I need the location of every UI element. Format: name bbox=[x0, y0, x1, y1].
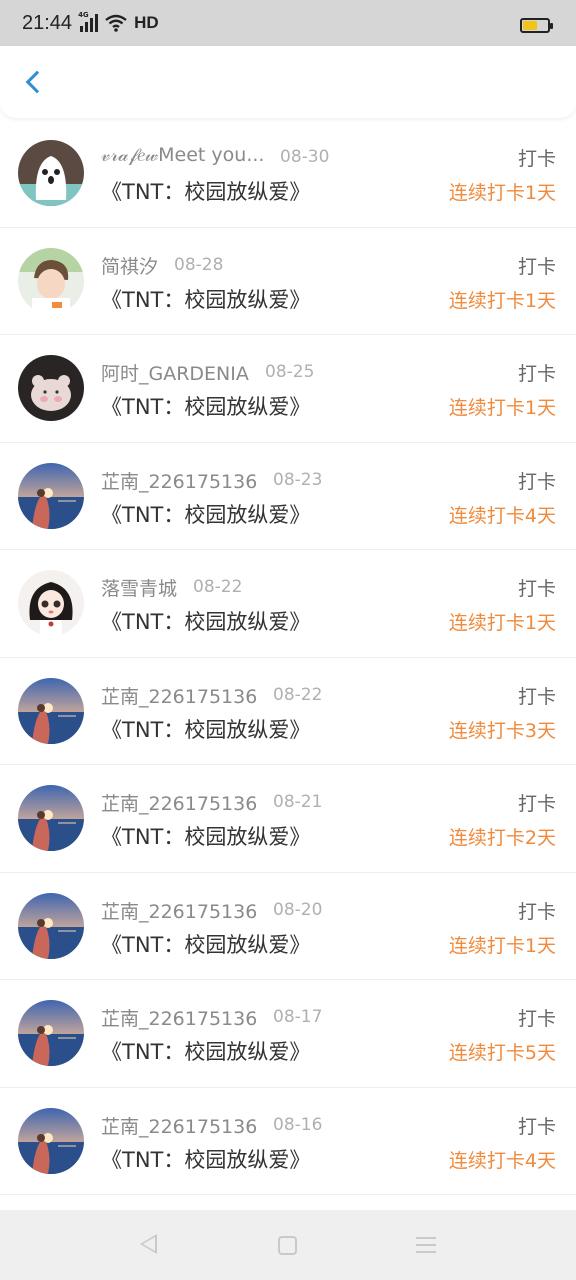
list-item[interactable]: 芷南_226175136 08-20 《TNT：校园放纵爱》 打卡连续打卡1天 bbox=[0, 873, 576, 980]
checkin-label: 打卡 bbox=[517, 578, 556, 600]
list-item[interactable]: 简祺汐 08-28 《TNT：校园放纵爱》 打卡连续打卡1天 bbox=[0, 228, 576, 335]
streak-badge: 连续打卡1天 bbox=[448, 934, 556, 957]
username[interactable]: 落雪青城 bbox=[101, 574, 177, 601]
checkin-list: 𝓋𝓇𝒶𝒻𝑒𝓌Meet you... 08-30 《TNT：校园放纵爱》 打卡 连续打卡1… bbox=[0, 120, 576, 1195]
username[interactable]: 芷南_226175136 bbox=[101, 897, 257, 924]
username[interactable]: 芷南_226175136 bbox=[101, 1004, 257, 1031]
streak-badge: 连续打卡1天 bbox=[448, 289, 556, 312]
checkin-date: 08-22 bbox=[273, 684, 323, 705]
book-title[interactable]: 《TNT：校园放纵爱》 bbox=[101, 714, 310, 744]
avatar[interactable] bbox=[18, 140, 84, 206]
book-title[interactable]: 《TNT：校园放纵爱》 bbox=[101, 391, 310, 421]
avatar[interactable] bbox=[18, 892, 84, 959]
list-item[interactable]: 阿时_GARDENIA 08-25 《TNT：校园放纵爱》 打卡连续打卡1天 bbox=[0, 335, 576, 443]
book-title[interactable]: 《TNT：校园放纵爱》 bbox=[101, 1144, 310, 1174]
list-item[interactable]: 芷南_226175136 08-16 《TNT：校园放纵爱》 打卡连续打卡4天 bbox=[0, 1088, 576, 1195]
checkin-date: 08-23 bbox=[273, 469, 323, 490]
checkin-date: 08-22 bbox=[193, 577, 243, 597]
checkin-date: 08-21 bbox=[273, 792, 323, 812]
checkin-date: 08-16 bbox=[273, 1114, 323, 1135]
username[interactable]: 芷南_226175136 bbox=[101, 682, 257, 709]
book-title[interactable]: 《TNT：校园放纵爱》 bbox=[101, 821, 310, 851]
wifi-icon bbox=[105, 14, 127, 32]
avatar[interactable] bbox=[18, 785, 84, 851]
checkin-date: 08-30 bbox=[280, 147, 330, 167]
checkin-date: 08-25 bbox=[265, 362, 315, 382]
streak-badge: 连续打卡4天 bbox=[448, 1149, 556, 1172]
username[interactable]: 芷南_226175136 bbox=[101, 789, 257, 816]
battery-low-icon bbox=[520, 18, 553, 33]
avatar[interactable] bbox=[18, 247, 84, 314]
streak-badge: 连续打卡1天 bbox=[448, 612, 556, 634]
streak-badge: 连续打卡2天 bbox=[448, 827, 556, 849]
nav-menu-icon[interactable] bbox=[416, 1237, 436, 1253]
username[interactable]: 简祺汐 bbox=[101, 252, 158, 279]
avatar[interactable] bbox=[18, 462, 84, 529]
checkin-label: 打卡 bbox=[517, 470, 556, 493]
list-item[interactable]: 芷南_226175136 08-22 《TNT：校园放纵爱》 打卡连续打卡3天 bbox=[0, 658, 576, 765]
checkin-date: 08-28 bbox=[174, 254, 224, 275]
nav-home-icon[interactable] bbox=[278, 1236, 297, 1255]
avatar[interactable] bbox=[18, 677, 84, 744]
cellular-signal-icon: 4G bbox=[78, 11, 99, 32]
streak-badge: 连续打卡1天 bbox=[448, 182, 556, 204]
header bbox=[0, 46, 576, 118]
username[interactable]: 𝓋𝓇𝒶𝒻𝑒𝓌Meet you... bbox=[101, 144, 264, 166]
checkin-label: 打卡 bbox=[517, 1008, 556, 1030]
book-title[interactable]: 《TNT：校园放纵爱》 bbox=[101, 929, 310, 959]
chevron-left-icon bbox=[25, 70, 49, 94]
checkin-label: 打卡 bbox=[517, 1115, 556, 1138]
checkin-label: 打卡 bbox=[517, 148, 556, 170]
username[interactable]: 芷南_226175136 bbox=[101, 1112, 257, 1139]
checkin-date: 08-20 bbox=[273, 899, 323, 920]
avatar[interactable] bbox=[18, 570, 84, 636]
status-bar: 21:44 4G HD bbox=[0, 0, 576, 46]
streak-badge: 连续打卡3天 bbox=[448, 719, 556, 742]
back-button[interactable] bbox=[16, 64, 52, 100]
avatar[interactable] bbox=[18, 1000, 84, 1066]
checkin-label: 打卡 bbox=[517, 363, 556, 385]
book-title[interactable]: 《TNT：校园放纵爱》 bbox=[101, 499, 310, 529]
nav-back-icon[interactable] bbox=[140, 1234, 157, 1254]
book-title[interactable]: 《TNT：校园放纵爱》 bbox=[101, 606, 310, 636]
list-item[interactable]: 芷南_226175136 08-23 《TNT：校园放纵爱》 打卡连续打卡4天 bbox=[0, 443, 576, 550]
status-time: 21:44 bbox=[22, 11, 73, 34]
checkin-date: 08-17 bbox=[273, 1007, 323, 1027]
checkin-label: 打卡 bbox=[517, 255, 556, 278]
book-title[interactable]: 《TNT：校园放纵爱》 bbox=[101, 176, 310, 206]
list-item[interactable]: 芷南_226175136 08-21 《TNT：校园放纵爱》 打卡连续打卡2天 bbox=[0, 765, 576, 873]
avatar[interactable] bbox=[18, 355, 84, 421]
book-title[interactable]: 《TNT：校园放纵爱》 bbox=[101, 284, 310, 314]
checkin-label: 打卡 bbox=[517, 685, 556, 708]
system-nav-bar bbox=[0, 1210, 576, 1280]
list-item[interactable]: 芷南_226175136 08-17 《TNT：校园放纵爱》 打卡连续打卡5天 bbox=[0, 980, 576, 1088]
streak-badge: 连续打卡5天 bbox=[448, 1042, 556, 1064]
list-item[interactable]: 落雪青城 08-22 《TNT：校园放纵爱》 打卡连续打卡1天 bbox=[0, 550, 576, 658]
avatar[interactable] bbox=[18, 1107, 84, 1174]
checkin-label: 打卡 bbox=[517, 900, 556, 923]
username[interactable]: 阿时_GARDENIA bbox=[101, 359, 249, 386]
network-type: 4G bbox=[78, 11, 89, 19]
hd-indicator: HD bbox=[134, 13, 159, 32]
list-item[interactable]: 𝓋𝓇𝒶𝒻𝑒𝓌Meet you... 08-30 《TNT：校园放纵爱》 打卡连续打卡1… bbox=[0, 120, 576, 228]
network-indicators: 4G HD bbox=[78, 11, 159, 33]
streak-badge: 连续打卡4天 bbox=[448, 504, 556, 527]
book-title[interactable]: 《TNT：校园放纵爱》 bbox=[101, 1036, 310, 1066]
checkin-label: 打卡 bbox=[517, 793, 556, 815]
streak-badge: 连续打卡1天 bbox=[448, 397, 556, 419]
username[interactable]: 芷南_226175136 bbox=[101, 467, 257, 494]
